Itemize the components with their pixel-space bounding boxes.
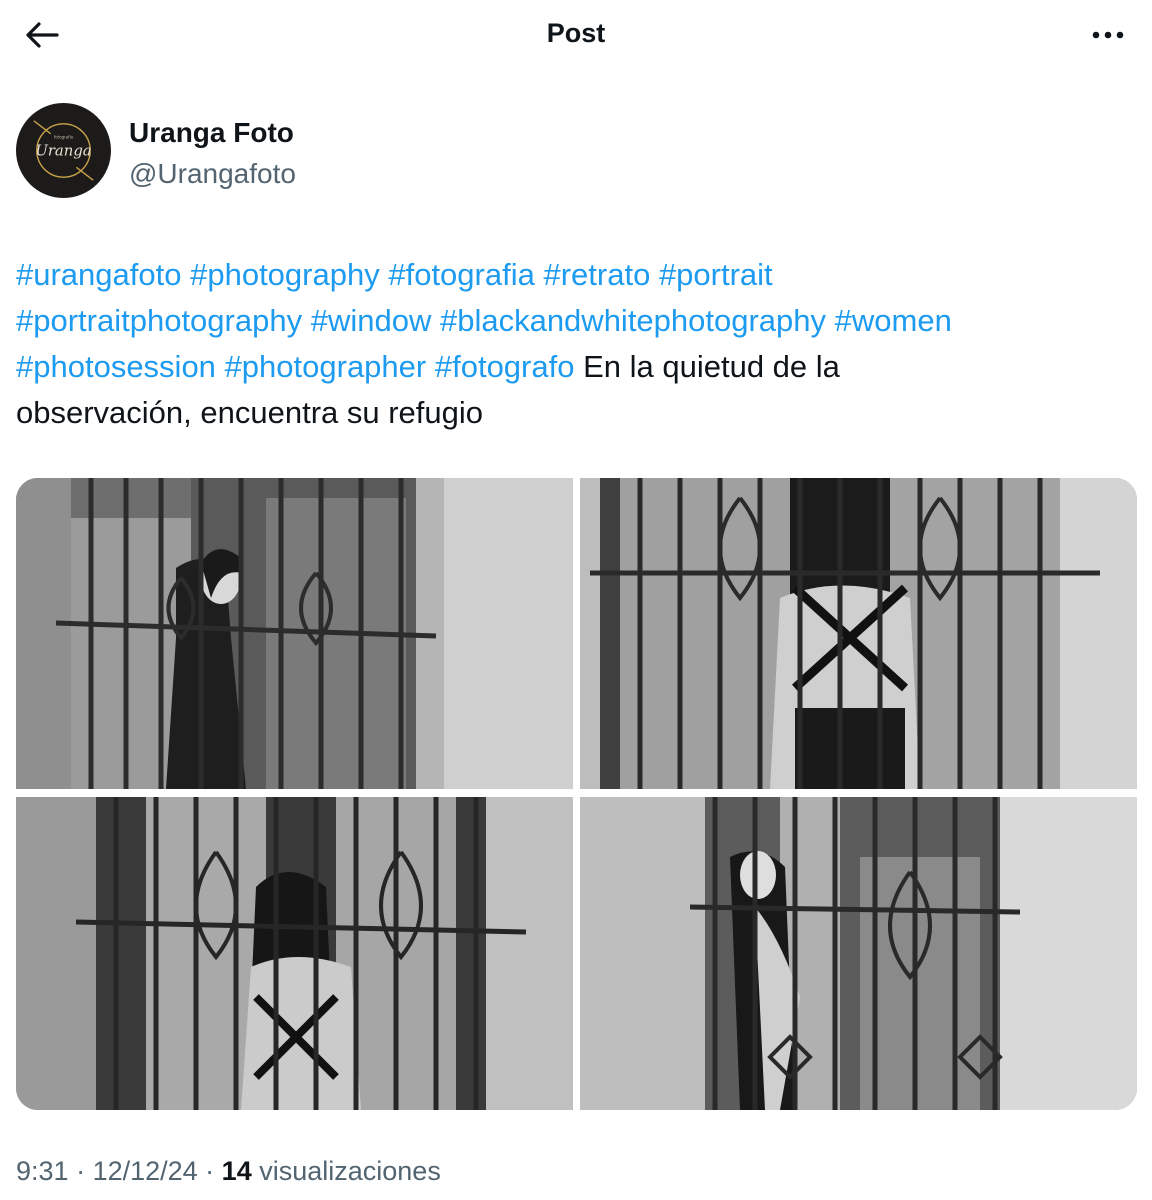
post-text-segment <box>181 257 190 292</box>
post-text-line: #portraitphotography #window #blackandwh… <box>16 298 1136 344</box>
photo-4-image <box>580 797 1137 1110</box>
post-text-segment: observación, encuentra su refugio <box>16 395 484 430</box>
more-horizontal-icon <box>1092 31 1124 39</box>
post-text-segment <box>216 349 225 384</box>
post-author: Uranga fotografía Uranga Foto @Urangafot… <box>16 103 716 199</box>
page-title: Post <box>546 18 606 48</box>
author-name[interactable]: Uranga Foto <box>129 117 294 149</box>
hashtag-link[interactable]: #photosession <box>16 349 216 384</box>
hashtag-link[interactable]: #photography <box>190 257 380 292</box>
more-button[interactable] <box>1082 14 1134 56</box>
hashtag-link[interactable]: #retrato <box>543 257 650 292</box>
author-handle[interactable]: @Urangafoto <box>129 158 296 190</box>
post-text-segment: En la quietud de la <box>574 349 840 384</box>
hashtag-link[interactable]: #urangafoto <box>16 257 181 292</box>
photo-1-image <box>16 478 573 789</box>
uranga-logo-icon: Uranga fotografía <box>33 120 94 181</box>
meta-separator: · <box>68 1156 93 1186</box>
post-text-segment <box>431 303 440 338</box>
views-label: visualizaciones <box>259 1156 441 1186</box>
hashtag-link[interactable]: #women <box>835 303 952 338</box>
photo-2[interactable] <box>580 478 1137 789</box>
post-text-line: #photosession #photographer #fotografo E… <box>16 344 1136 390</box>
photo-4[interactable] <box>580 797 1137 1110</box>
post-text-line: observación, encuentra su refugio <box>16 390 1136 436</box>
hashtag-link[interactable]: #portrait <box>659 257 773 292</box>
post-text-line: #urangafoto #photography #fotografia #re… <box>16 252 1136 298</box>
post-text-segment <box>302 303 311 338</box>
post-time[interactable]: 9:31 <box>16 1156 69 1186</box>
photo-1[interactable] <box>16 478 573 789</box>
meta-separator: · <box>197 1156 222 1186</box>
post-text-segment <box>826 303 835 338</box>
post-date[interactable]: 12/12/24 <box>93 1156 198 1186</box>
svg-text:Uranga: Uranga <box>35 142 91 159</box>
photo-2-image <box>580 478 1137 789</box>
hashtag-link[interactable]: #photographer <box>225 349 427 384</box>
svg-text:fotografía: fotografía <box>54 135 74 140</box>
post-text-segment <box>650 257 659 292</box>
hashtag-link[interactable]: #fotografo <box>435 349 575 384</box>
hashtag-link[interactable]: #window <box>311 303 432 338</box>
post-text: #urangafoto #photography #fotografia #re… <box>16 252 1136 436</box>
media-grid <box>16 478 1137 1110</box>
views-count: 14 <box>221 1156 252 1186</box>
hashtag-link[interactable]: #fotografia <box>388 257 535 292</box>
top-bar: Post <box>0 0 1152 70</box>
post-text-segment <box>426 349 435 384</box>
photo-3-image <box>16 797 573 1110</box>
post-meta: 9:31 · 12/12/24 · 14 visualizaciones <box>16 1156 441 1187</box>
avatar[interactable]: Uranga fotografía <box>16 103 111 198</box>
photo-3[interactable] <box>16 797 573 1110</box>
hashtag-link[interactable]: #portraitphotography <box>16 303 302 338</box>
hashtag-link[interactable]: #blackandwhitephotography <box>440 303 826 338</box>
